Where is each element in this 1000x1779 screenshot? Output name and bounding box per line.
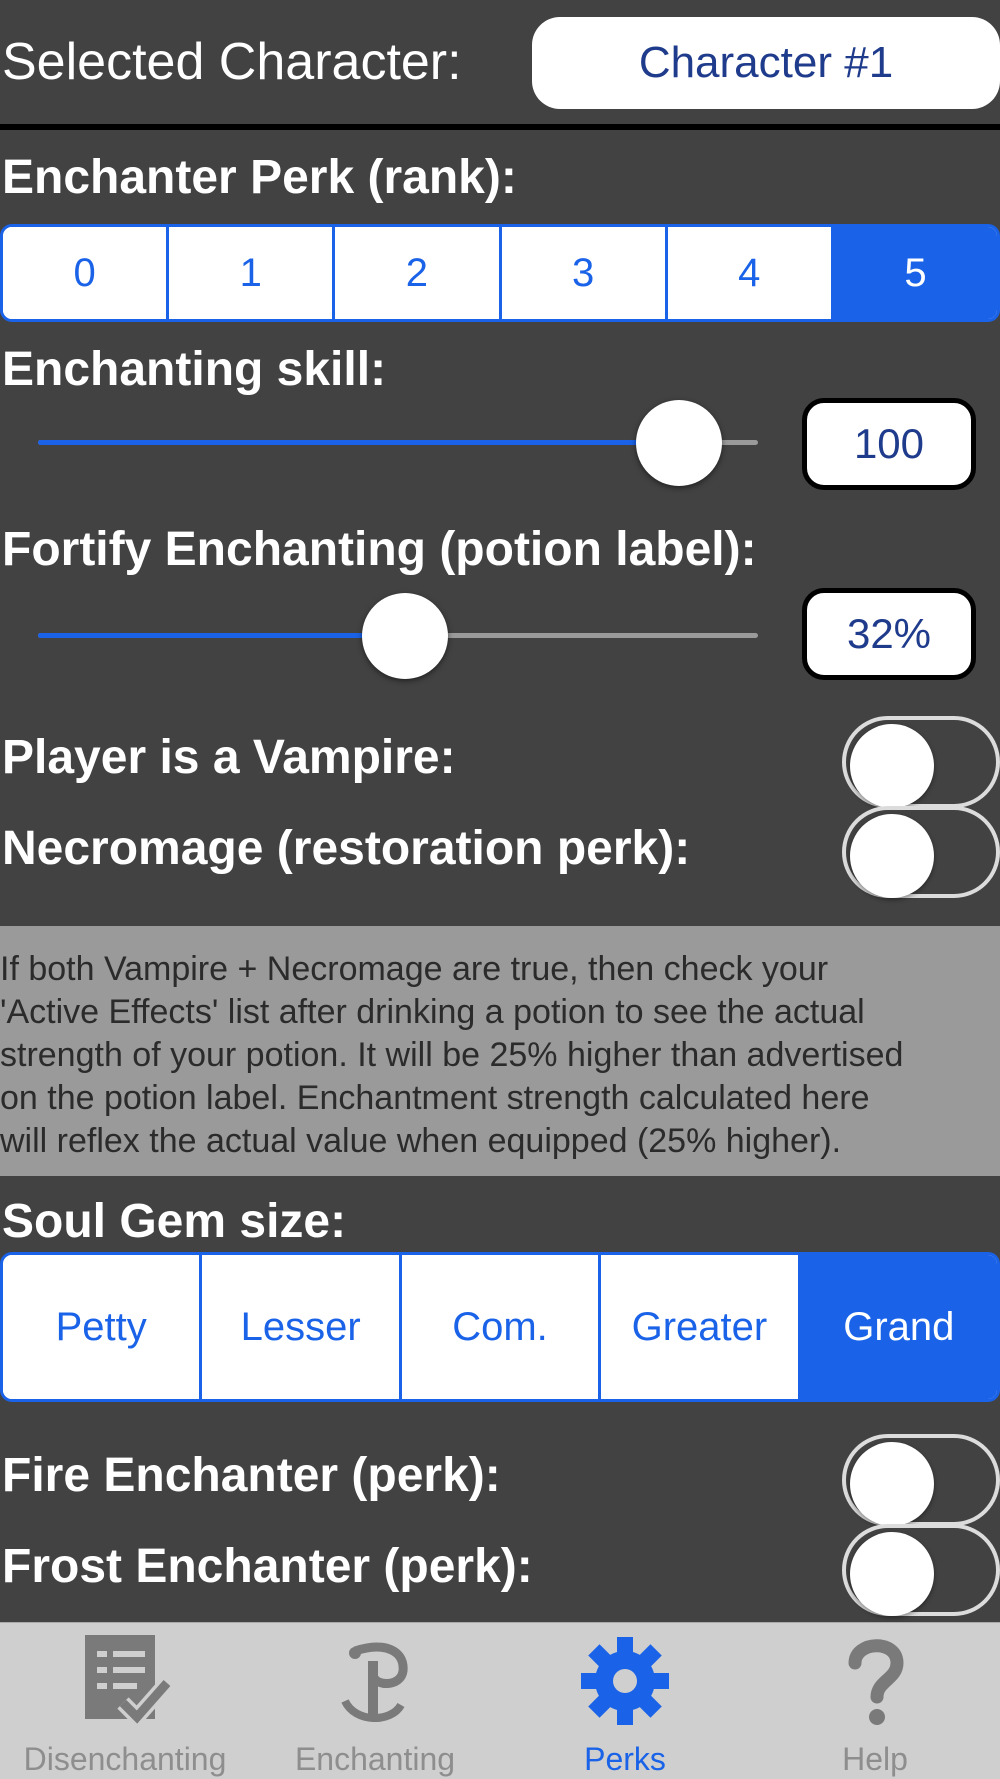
necromage-toggle[interactable] [842, 806, 1000, 898]
perk-rank-5[interactable]: 5 [833, 227, 997, 319]
vampire-label: Player is a Vampire: [2, 731, 456, 784]
perk-rank-2[interactable]: 2 [335, 227, 502, 319]
soul-gem-lesser[interactable]: Lesser [202, 1255, 402, 1399]
note-line: will reflex the actual value when equipp… [0, 1122, 842, 1160]
enchanting-skill-value-field[interactable]: 100 [802, 398, 976, 490]
fortify-enchanting-label: Fortify Enchanting (potion label): [2, 523, 757, 576]
header-divider [0, 124, 1000, 130]
character-select-button[interactable]: Character #1 [532, 17, 1000, 109]
tab-bar: Disenchanting Enchanting Perks Help [0, 1622, 1000, 1779]
tab-disenchanting[interactable]: Disenchanting [0, 1623, 250, 1779]
enchanting-skill-label: Enchanting skill: [2, 343, 387, 396]
perk-rank-4[interactable]: 4 [667, 227, 834, 319]
disenchant-checklist-icon [85, 1635, 173, 1729]
frost-enchanter-toggle-knob [850, 1532, 934, 1616]
soul-gem-common[interactable]: Com. [401, 1255, 602, 1399]
fortify-enchanting-slider[interactable] [38, 593, 758, 679]
tab-help[interactable]: Help [750, 1623, 1000, 1779]
necromage-label: Necromage (restoration perk): [2, 822, 691, 875]
tab-perks-label: Perks [584, 1741, 666, 1777]
fire-enchanter-toggle-knob [850, 1442, 934, 1526]
tab-perks[interactable]: Perks [500, 1623, 750, 1779]
tab-enchanting-label: Enchanting [294, 1741, 456, 1777]
perk-rank-3[interactable]: 3 [501, 227, 668, 319]
necromage-toggle-knob [850, 814, 934, 898]
soul-gem-segmented-control: Petty Lesser Com. Greater Grand [0, 1252, 1000, 1402]
tab-help-label: Help [842, 1741, 908, 1777]
gear-icon [581, 1637, 669, 1725]
enchanting-skill-slider-thumb[interactable] [635, 400, 722, 486]
fortify-enchanting-value-field[interactable]: 32% [802, 588, 976, 680]
fire-enchanter-toggle[interactable] [842, 1434, 1000, 1526]
vampire-toggle[interactable] [842, 716, 1000, 808]
enchanting-scroll-icon [341, 1642, 408, 1722]
note-line: 'Active Effects' list after drinking a p… [0, 993, 865, 1031]
question-mark-icon [848, 1639, 904, 1725]
selected-character-label: Selected Character: [2, 33, 462, 91]
perk-rank-0[interactable]: 0 [3, 227, 170, 319]
enchanting-skill-slider[interactable] [38, 400, 758, 486]
tab-disenchanting-label: Disenchanting [23, 1741, 227, 1777]
soul-gem-petty[interactable]: Petty [3, 1255, 203, 1399]
fire-enchanter-label: Fire Enchanter (perk): [2, 1449, 501, 1502]
soul-gem-label: Soul Gem size: [2, 1195, 347, 1248]
perk-rank-1[interactable]: 1 [169, 227, 336, 319]
note-line: strength of your potion. It will be 25% … [0, 1036, 904, 1074]
vampire-toggle-knob [850, 724, 934, 808]
vampire-necromage-note: If both Vampire + Necromage are true, th… [0, 926, 1000, 1176]
enchanter-perk-segmented-control: 0 1 2 3 4 5 [0, 224, 1000, 322]
soul-gem-grand[interactable]: Grand [800, 1255, 997, 1399]
tab-enchanting[interactable]: Enchanting [250, 1623, 500, 1779]
soul-gem-greater[interactable]: Greater [601, 1255, 801, 1399]
enchanter-perk-label: Enchanter Perk (rank): [2, 151, 517, 204]
note-line: on the potion label. Enchantment strengt… [0, 1079, 870, 1117]
fortify-enchanting-slider-thumb[interactable] [362, 593, 449, 679]
frost-enchanter-toggle[interactable] [842, 1524, 1000, 1616]
note-line: If both Vampire + Necromage are true, th… [0, 950, 829, 988]
frost-enchanter-label: Frost Enchanter (perk): [2, 1540, 533, 1593]
